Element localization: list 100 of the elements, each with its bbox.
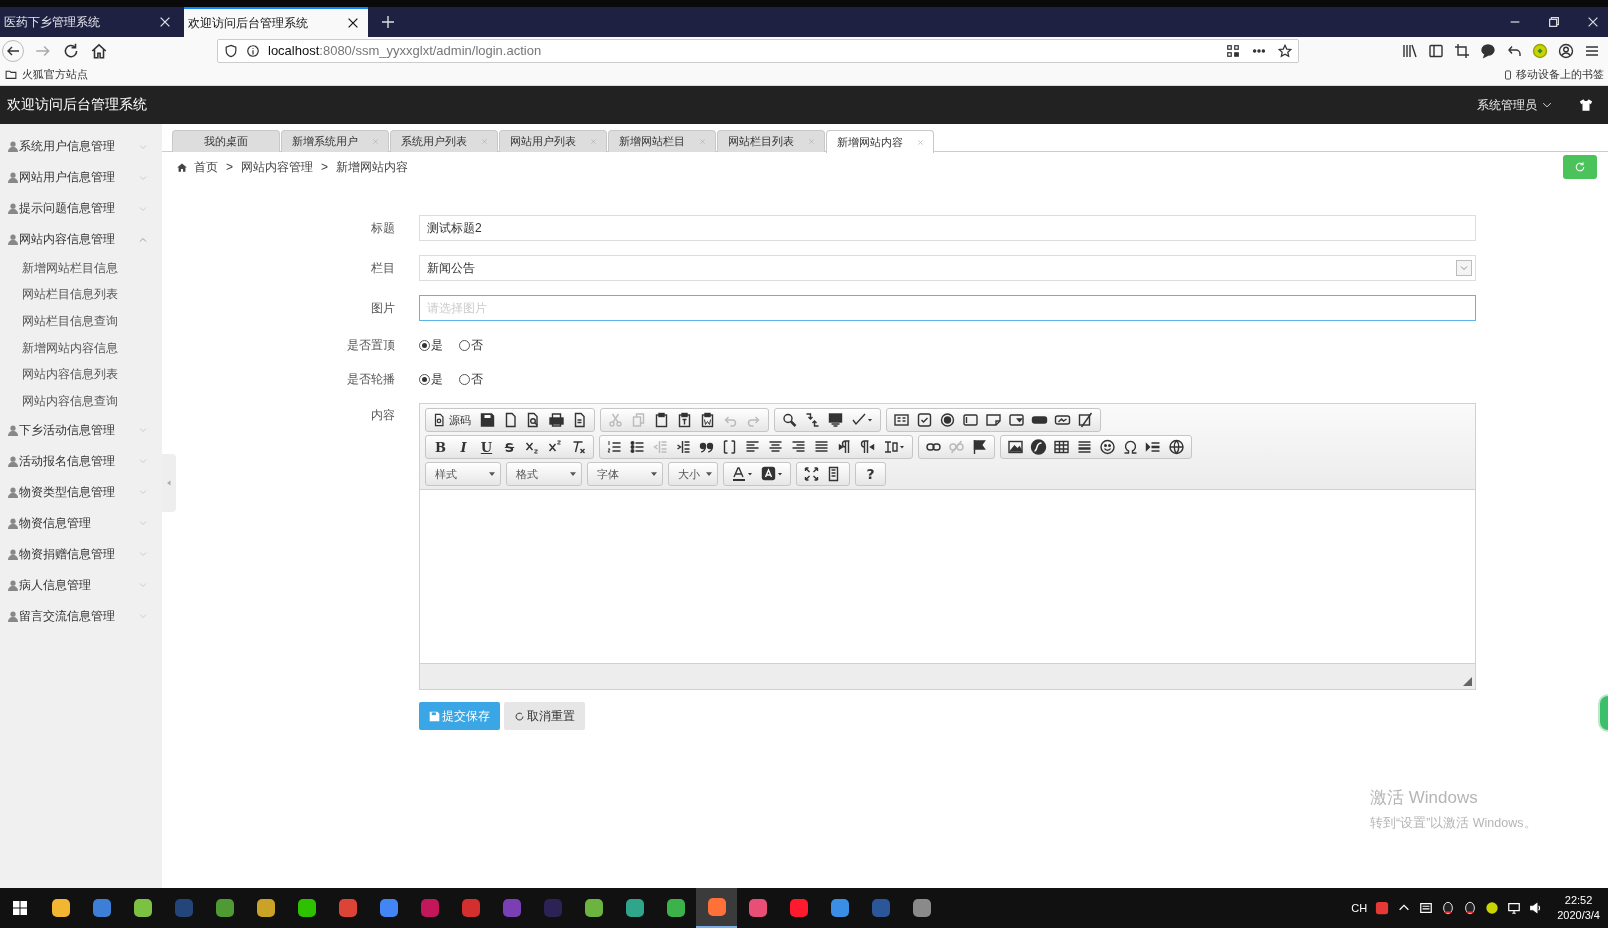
toolbar-dropdown[interactable]: 字体 (589, 465, 661, 483)
caret-left-icon (165, 478, 173, 488)
format-button[interactable]: B (429, 439, 452, 455)
sidebar-item[interactable]: 病人信息管理 (0, 569, 162, 601)
app-icon (500, 897, 523, 919)
app-icon (746, 897, 769, 919)
page-tab[interactable]: 网站用户列表 (499, 130, 607, 152)
source-button[interactable]: 源码 (429, 412, 476, 428)
plus-icon[interactable] (380, 14, 396, 30)
input-method[interactable]: CH (1351, 902, 1368, 914)
toolbar-dropdown[interactable]: 样式 (427, 465, 499, 483)
page-tab[interactable]: 新增网站栏目 (608, 130, 716, 152)
radio-button[interactable] (459, 373, 470, 385)
page-tab[interactable]: 系统用户列表 (390, 130, 498, 152)
refresh-icon (1574, 161, 1586, 173)
field-label: 图片 (370, 299, 395, 317)
sidebar-icon[interactable] (1428, 42, 1444, 59)
address-bar[interactable]: localhost:8080/ssm_yyxxglxt/admin/login.action (217, 38, 1299, 63)
taskbar-button[interactable] (696, 888, 737, 928)
select-field[interactable]: 新闻公告 (419, 255, 1476, 281)
sidebar-item[interactable]: 网站内容信息管理 (0, 224, 162, 255)
close-icon[interactable] (346, 16, 360, 30)
radio-button[interactable] (419, 339, 430, 351)
extension-icon[interactable] (1485, 901, 1500, 915)
toolbar-dropdown[interactable]: 格式 (508, 465, 580, 483)
close-icon[interactable] (1586, 15, 1600, 29)
reload-icon[interactable] (62, 41, 80, 60)
network-icon[interactable] (1507, 901, 1522, 915)
home-icon (176, 161, 188, 173)
chat-icon[interactable] (1480, 42, 1496, 59)
library-icon[interactable] (1402, 42, 1418, 59)
app-icon (787, 897, 810, 919)
person-icon (8, 141, 18, 152)
breadcrumb-link[interactable]: 首页 (194, 158, 218, 176)
app-icon (49, 897, 72, 919)
sidebar-subitem[interactable]: 网站内容信息列表 (0, 361, 162, 388)
page-tab[interactable]: 网站栏目列表 (717, 130, 825, 152)
person-icon (8, 517, 18, 529)
user-menu[interactable]: 系统管理员 (1477, 96, 1552, 114)
app-icon (295, 897, 318, 919)
field-label: 内容 (370, 407, 395, 424)
keyboard-icon[interactable] (1419, 901, 1434, 915)
star-icon[interactable] (1278, 43, 1292, 58)
person-icon (8, 610, 18, 622)
sidebar-item[interactable]: 网站用户信息管理 (0, 162, 162, 193)
collapse-handle[interactable] (162, 454, 176, 512)
restore-icon[interactable] (1547, 15, 1561, 29)
breadcrumb-link[interactable]: 新增网站内容 (336, 158, 409, 176)
crop-icon[interactable] (1454, 42, 1470, 59)
sidebar-subitem[interactable]: 网站内容信息查询 (0, 387, 162, 415)
reset-button[interactable]: 取消重置 (504, 702, 585, 730)
sidebar-subitem[interactable]: 网站栏目信息列表 (0, 281, 162, 309)
qr-code-icon[interactable] (1226, 43, 1240, 58)
app-icon (254, 897, 277, 919)
caret-down-icon (489, 472, 495, 476)
bookmark[interactable]: 火狐官方站点 (4, 67, 88, 82)
text-field[interactable]: 测试标题2 (419, 215, 1476, 241)
activation-text: 转到“设置”以激活 Windows。 (1370, 815, 1537, 832)
format-button[interactable]: I (452, 439, 475, 455)
activation-title: 激活 Windows (1370, 787, 1479, 809)
sidebar-item[interactable]: 提示问题信息管理 (0, 193, 162, 224)
sidebar-item[interactable]: 活动报名信息管理 (0, 445, 162, 477)
close-icon[interactable] (158, 15, 172, 29)
help-button[interactable]: ? (859, 465, 882, 483)
format-button[interactable]: U (475, 439, 498, 455)
app-icon (90, 897, 113, 919)
sidebar-subitem[interactable]: 网站栏目信息查询 (0, 308, 162, 335)
browser-tab[interactable]: 欢迎访问后台管理系统 (184, 7, 368, 37)
field-label: 标题 (370, 219, 395, 237)
sidebar-item[interactable]: 留言交流信息管理 (0, 600, 162, 632)
browser-tab[interactable]: 医药下乡管理系统 (0, 7, 180, 37)
sidebar-item[interactable]: 物资类型信息管理 (0, 476, 162, 508)
app-icon (705, 896, 728, 918)
mobile-bookmarks[interactable]: 移动设备上的书签 (1503, 67, 1604, 82)
breadcrumb-link[interactable]: 网站内容管理 (241, 158, 313, 176)
field-label: 栏目 (370, 259, 395, 277)
caret-down-icon (706, 472, 712, 476)
sidebar-subitem[interactable]: 新增网站栏目信息 (0, 255, 162, 282)
sidebar-item[interactable]: 下乡活动信息管理 (0, 414, 162, 446)
sidebar-item[interactable]: 系统用户信息管理 (0, 131, 162, 162)
page-tab[interactable]: 新增系统用户 (281, 130, 389, 152)
format-button[interactable]: S (498, 439, 521, 455)
folder-icon (4, 68, 18, 81)
shirt-icon[interactable] (1578, 98, 1594, 112)
sidebar-item[interactable]: 物资捐赠信息管理 (0, 538, 162, 570)
person-icon (8, 548, 18, 560)
radio-button[interactable] (459, 339, 470, 351)
toolbar-dropdown[interactable]: 大小 (670, 465, 716, 483)
app-icon (377, 897, 400, 919)
home-icon[interactable] (90, 41, 108, 60)
radio-label: 否 (471, 370, 483, 388)
page-tab[interactable]: 新增网站内容 (826, 130, 934, 153)
page-tab[interactable]: 我的桌面 (172, 130, 280, 152)
sidebar-subitem[interactable]: 新增网站内容信息 (0, 334, 162, 362)
account-icon[interactable] (1558, 42, 1574, 59)
sidebar-item[interactable]: 物资信息管理 (0, 507, 162, 539)
app-icon (869, 897, 892, 919)
resize-grip-icon[interactable] (1463, 677, 1472, 686)
app-icon[interactable] (1375, 901, 1390, 915)
radio-button[interactable] (419, 373, 430, 385)
